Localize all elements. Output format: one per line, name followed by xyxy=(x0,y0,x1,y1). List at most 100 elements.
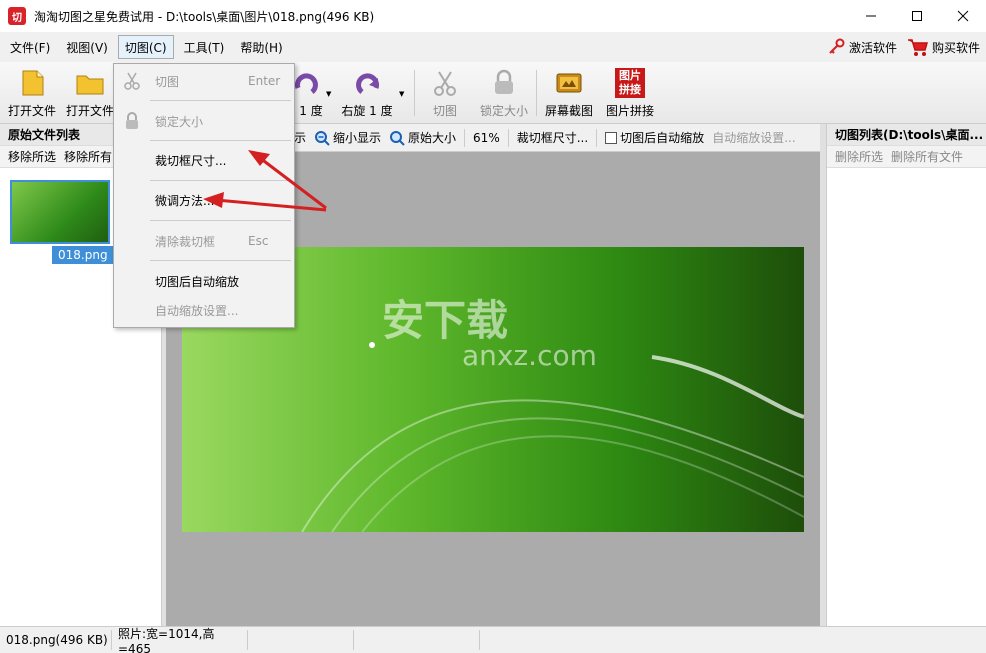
file-thumbnail-label[interactable]: 018.png xyxy=(52,246,114,264)
open-file-icon xyxy=(22,70,44,96)
rotate-left-label: 1 度 xyxy=(299,104,323,118)
dd-crop-frame-size[interactable]: 裁切框尺寸... xyxy=(114,148,294,172)
cut-list-title: 切图列表(D:\tools\桌面... xyxy=(827,124,986,146)
app-icon: 切 xyxy=(8,7,26,25)
open-folder-button[interactable]: 打开文件 xyxy=(64,66,116,122)
auto-zoom-settings-button[interactable]: 自动缩放设置... xyxy=(712,129,795,146)
cut-button[interactable]: 切图 xyxy=(426,66,464,122)
dd-cut[interactable]: 切图 Enter xyxy=(114,69,294,93)
image-join-icon: 图片拼接 xyxy=(615,68,645,98)
original-size-label: 原始大小 xyxy=(408,131,457,145)
delete-selected-button[interactable]: 删除所选 xyxy=(835,148,883,165)
rotate-right-dropdown-icon[interactable]: ▼ xyxy=(399,90,404,98)
dd-separator xyxy=(150,180,291,181)
activate-button[interactable]: 激活软件 xyxy=(827,38,897,56)
status-empty xyxy=(248,630,354,650)
view-toolbar-separator xyxy=(507,128,509,147)
rotate-right-button[interactable]: 右旋 1 度 xyxy=(340,66,394,122)
dd-separator xyxy=(150,220,291,221)
status-empty xyxy=(354,630,480,650)
key-icon xyxy=(829,38,845,54)
cut-list-panel: 切图列表(D:\tools\桌面... 删除所选 删除所有文件 xyxy=(826,124,986,626)
dd-auto-zoom-settings[interactable]: 自动缩放设置... xyxy=(114,298,294,322)
menu-help[interactable]: 帮助(H) xyxy=(234,35,288,59)
show-button[interactable]: 示 xyxy=(294,129,306,146)
lock-icon xyxy=(126,112,138,129)
crop-size-button[interactable]: 裁切框尺寸... xyxy=(517,129,588,146)
dd-auto-zoom-label: 切图后自动缩放 xyxy=(155,274,240,289)
maximize-button[interactable] xyxy=(894,0,940,32)
menu-bar: 文件(F) 视图(V) 切图(C) 工具(T) 帮助(H) 激活软件 购买软件 xyxy=(0,32,986,62)
close-button[interactable] xyxy=(940,0,986,32)
remove-all-button[interactable]: 移除所有 xyxy=(64,148,112,165)
file-thumbnail[interactable] xyxy=(10,180,110,244)
auto-zoom-label: 切图后自动缩放 xyxy=(620,131,705,145)
window-title: 淘淘切图之星免费试用 - D:\tools\桌面\图片\018.png(496 … xyxy=(34,9,375,24)
view-toolbar-separator xyxy=(596,128,598,147)
scissors-icon xyxy=(124,72,140,90)
dd-lock-size-label: 锁定大小 xyxy=(155,114,204,129)
screen-capture-icon xyxy=(556,73,582,93)
remove-selected-button[interactable]: 移除所选 xyxy=(8,148,56,165)
status-file: 018.png(496 KB) xyxy=(0,630,112,650)
buy-button[interactable]: 购买软件 xyxy=(907,37,980,57)
open-file-button[interactable]: 打开文件 xyxy=(6,66,58,122)
menu-cut[interactable]: 切图(C) xyxy=(117,35,174,59)
dd-lock-size[interactable]: 锁定大小 xyxy=(114,109,294,133)
cut-menu-dropdown: 切图 Enter 锁定大小 裁切框尺寸... 微调方法... 清除裁切框 Esc… xyxy=(113,63,295,328)
dd-clear-shortcut: Esc xyxy=(248,234,269,248)
title-bar: 切 淘淘切图之星免费试用 - D:\tools\桌面\图片\018.png(49… xyxy=(0,0,986,32)
minimize-icon xyxy=(866,15,876,17)
rotate-right-label: 右旋 1 度 xyxy=(341,104,393,118)
activate-label: 激活软件 xyxy=(848,40,897,55)
dd-auto-zoom-settings-label: 自动缩放设置... xyxy=(155,303,239,318)
original-size-button[interactable]: 原始大小 xyxy=(389,129,456,146)
menu-view[interactable]: 视图(V) xyxy=(60,35,114,59)
menu-tools[interactable]: 工具(T) xyxy=(178,35,231,59)
zoom-out-icon xyxy=(315,130,330,146)
dd-cut-shortcut: Enter xyxy=(248,74,281,88)
lock-icon xyxy=(495,69,513,94)
screen-capture-label: 屏幕截图 xyxy=(544,104,593,118)
screen-capture-button[interactable]: 屏幕截图 xyxy=(544,66,594,122)
delete-all-button[interactable]: 删除所有文件 xyxy=(891,148,963,165)
image-join-button[interactable]: 图片拼接 图片拼接 xyxy=(602,66,658,122)
view-toolbar-separator xyxy=(464,128,466,147)
window-controls xyxy=(848,0,986,32)
lock-size-button[interactable]: 锁定大小 xyxy=(478,66,530,122)
magnifier-icon xyxy=(390,130,405,146)
minimize-button[interactable] xyxy=(848,0,894,32)
toolbar-separator xyxy=(414,70,415,116)
dd-clear-crop[interactable]: 清除裁切框 Esc xyxy=(114,229,294,253)
auto-zoom-checkbox[interactable]: 切图后自动缩放 xyxy=(605,129,704,146)
scissors-icon xyxy=(434,71,456,96)
cut-label: 切图 xyxy=(432,104,457,118)
show-label: 示 xyxy=(294,131,307,145)
buy-label: 购买软件 xyxy=(931,40,980,55)
maximize-icon xyxy=(912,11,922,21)
dd-crop-frame-size-label: 裁切框尺寸... xyxy=(155,153,227,168)
toolbar-separator xyxy=(536,70,537,116)
zoom-level: 61% xyxy=(473,130,500,145)
open-file-label: 打开文件 xyxy=(7,104,56,118)
zoom-out-label: 缩小显示 xyxy=(333,131,382,145)
status-dimensions: 照片:宽=1014,高=465 xyxy=(112,627,248,653)
dd-separator xyxy=(150,100,291,101)
dd-fine-tune-label: 微调方法... xyxy=(155,193,215,208)
rotate-left-button[interactable]: 1 度 xyxy=(294,66,326,122)
rotate-left-dropdown-icon[interactable]: ▼ xyxy=(326,90,331,98)
dd-clear-crop-label: 清除裁切框 xyxy=(155,234,216,249)
dd-auto-zoom[interactable]: 切图后自动缩放 xyxy=(114,269,294,293)
checkbox-box xyxy=(605,131,618,144)
dd-separator xyxy=(150,260,291,261)
rotate-left-icon xyxy=(294,73,318,94)
open-folder-label: 打开文件 xyxy=(65,104,114,118)
menu-file[interactable]: 文件(F) xyxy=(4,35,56,59)
dd-fine-tune[interactable]: 微调方法... xyxy=(114,188,294,212)
zoom-out-button[interactable]: 缩小显示 xyxy=(314,129,381,146)
dd-separator xyxy=(150,140,291,141)
rotate-right-icon xyxy=(356,73,380,94)
cart-icon xyxy=(907,39,928,56)
watermark-subtext: anxz.com xyxy=(462,339,597,372)
dd-cut-label: 切图 xyxy=(155,74,180,89)
